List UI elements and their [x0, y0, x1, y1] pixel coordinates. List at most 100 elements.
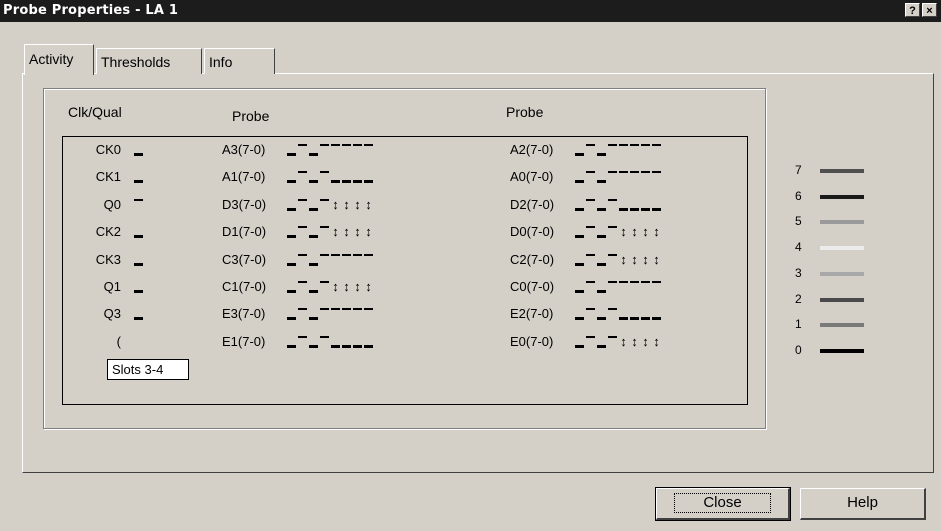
signal-toggle-icon: ↕	[354, 197, 361, 212]
tab-thresholds[interactable]: Thresholds	[96, 48, 202, 74]
clk-qual-header: Clk/Qual	[68, 104, 122, 120]
signal-toggle-icon: ↕	[365, 224, 372, 239]
signal-high	[640, 143, 651, 157]
probe-label: D1(7-0)	[222, 224, 267, 239]
probe-signal: ↕ ↕ ↕ ↕	[574, 225, 662, 239]
legend-swatch	[820, 349, 864, 353]
legend-swatch	[820, 169, 864, 173]
signal-high	[607, 335, 618, 349]
signal-high	[585, 253, 596, 267]
signal-toggle-icon: ↕	[631, 252, 638, 267]
signal-toggle-icon: ↕	[631, 334, 638, 349]
signal-toggle-icon: ↕	[642, 334, 649, 349]
signal-high	[330, 307, 341, 321]
signal-high	[640, 170, 651, 184]
probe-label: A0(7-0)	[510, 169, 554, 184]
signal-high	[297, 198, 308, 212]
close-button[interactable]: Close	[655, 487, 791, 521]
tab-info[interactable]: Info	[204, 48, 275, 74]
signal-low	[286, 143, 297, 157]
signal-low	[341, 170, 352, 184]
probe-label: E2(7-0)	[510, 306, 554, 321]
signal-low	[596, 307, 607, 321]
signal-low	[308, 143, 319, 157]
signal-high	[297, 225, 308, 239]
signal-low	[308, 335, 319, 349]
context-help-button[interactable]: ?	[905, 3, 920, 17]
signal-high	[640, 280, 651, 294]
clk-signal	[133, 280, 144, 294]
probe-label: C1(7-0)	[222, 279, 267, 294]
probe-signal: ↕ ↕ ↕ ↕	[286, 225, 374, 239]
probe-label: A3(7-0)	[222, 142, 266, 157]
probe-label: A2(7-0)	[510, 142, 554, 157]
signal-high	[341, 307, 352, 321]
legend-label: 1	[795, 317, 802, 331]
signal-low	[352, 335, 363, 349]
legend-swatch	[820, 220, 864, 224]
signal-low	[286, 225, 297, 239]
signal-low	[596, 335, 607, 349]
legend-swatch	[820, 246, 864, 250]
signal-low	[596, 280, 607, 294]
signal-high	[330, 253, 341, 267]
legend-label: 0	[795, 343, 802, 357]
signal-high	[607, 307, 618, 321]
signal-low	[133, 225, 144, 239]
signal-high	[297, 280, 308, 294]
help-button[interactable]: Help	[800, 488, 926, 520]
probe-label: C2(7-0)	[510, 252, 555, 267]
signal-low	[286, 253, 297, 267]
signal-toggle-icon: ↕	[620, 224, 627, 239]
signal-low	[574, 307, 585, 321]
signal-toggle-icon: ↕	[642, 224, 649, 239]
probe-signal	[574, 280, 662, 294]
signal-low	[363, 170, 374, 184]
signal-toggle-icon: ↕	[343, 197, 350, 212]
signal-toggle-icon: ↕	[620, 334, 627, 349]
signal-high	[651, 143, 662, 157]
slot-tooltip: Slots 3-4	[107, 359, 189, 380]
signal-high	[319, 170, 330, 184]
signal-low	[308, 280, 319, 294]
signal-low	[286, 307, 297, 321]
signal-low	[133, 143, 144, 157]
signal-low	[286, 198, 297, 212]
signal-high	[297, 335, 308, 349]
signal-high	[352, 253, 363, 267]
signal-low	[341, 335, 352, 349]
signal-high	[651, 280, 662, 294]
probe-signal	[574, 143, 662, 157]
signal-low	[133, 280, 144, 294]
signal-low	[133, 307, 144, 321]
signal-low	[596, 143, 607, 157]
signal-high	[352, 143, 363, 157]
legend-swatch	[820, 323, 864, 327]
signal-high	[585, 335, 596, 349]
signal-high	[585, 143, 596, 157]
signal-toggle-icon: ↕	[354, 224, 361, 239]
signal-high	[618, 170, 629, 184]
signal-high	[585, 307, 596, 321]
signal-high	[607, 253, 618, 267]
probe-signal: ↕ ↕ ↕ ↕	[574, 253, 662, 267]
window-close-button[interactable]: ×	[922, 3, 937, 17]
signal-low	[596, 225, 607, 239]
signal-high	[618, 143, 629, 157]
signal-toggle-icon: ↕	[365, 197, 372, 212]
signal-low	[629, 198, 640, 212]
signal-toggle-icon: ↕	[653, 334, 660, 349]
signal-high	[341, 253, 352, 267]
signal-low	[574, 198, 585, 212]
signal-toggle-icon: ↕	[343, 224, 350, 239]
signal-high	[618, 280, 629, 294]
signal-low	[574, 225, 585, 239]
tab-activity[interactable]: Activity	[24, 44, 94, 75]
signal-toggle-icon: ↕	[631, 224, 638, 239]
clk-signal	[133, 225, 144, 239]
probe-label: E0(7-0)	[510, 334, 554, 349]
legend-swatch	[820, 272, 864, 276]
signal-low	[308, 170, 319, 184]
clk-label: CK0	[95, 142, 121, 157]
signal-low	[308, 225, 319, 239]
